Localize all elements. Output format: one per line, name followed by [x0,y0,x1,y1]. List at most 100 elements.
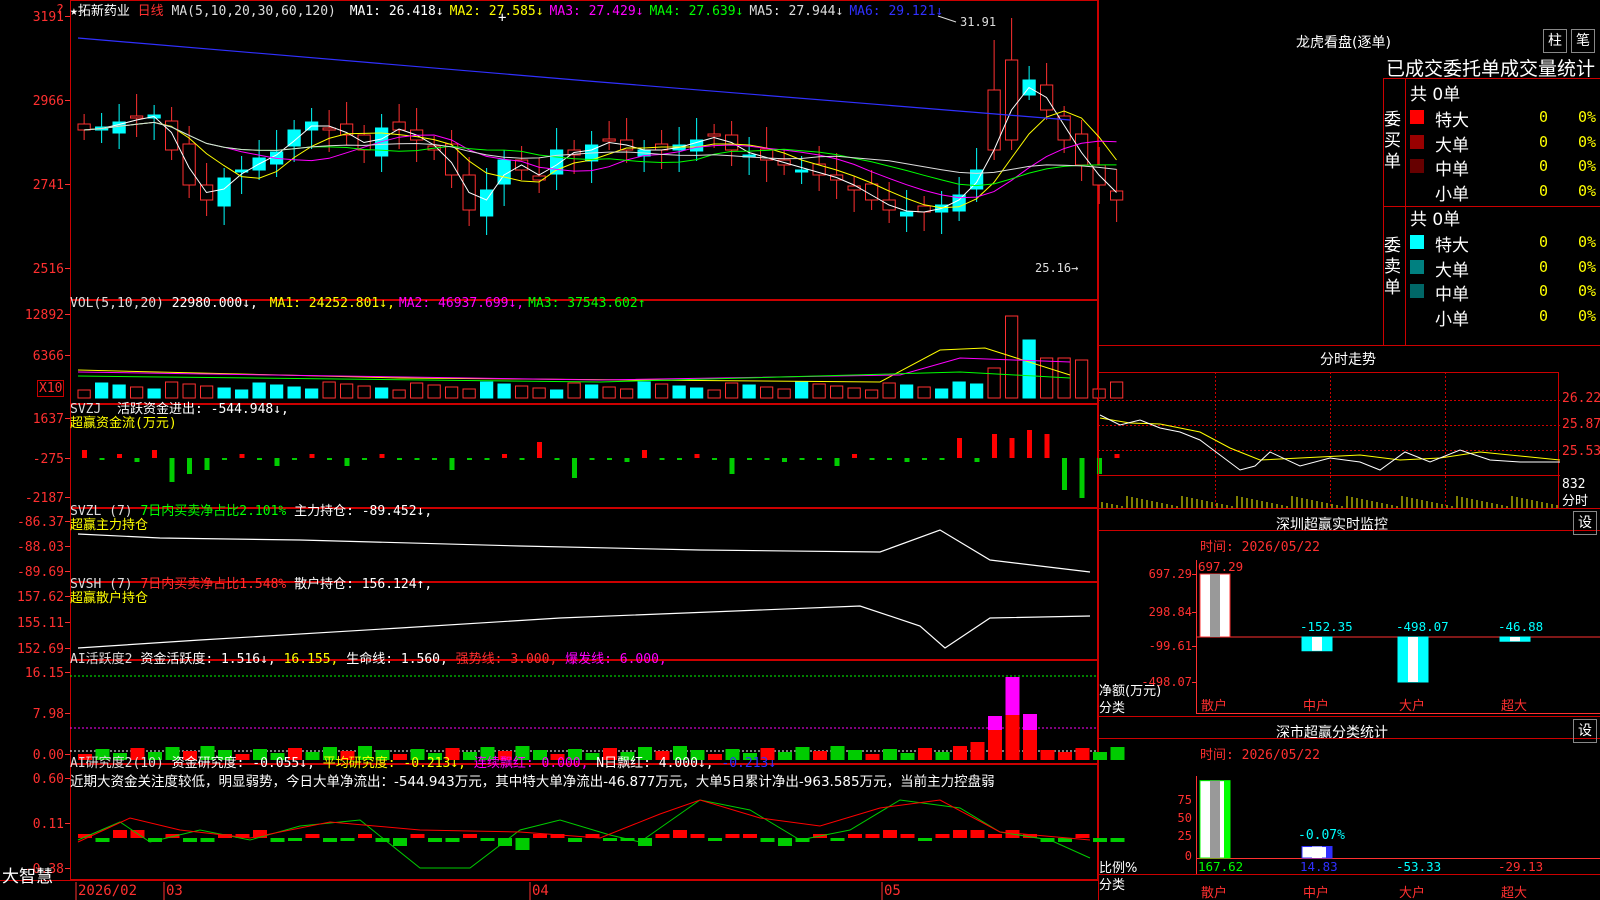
svzj-bar [624,458,630,462]
ai-research-text3: 连续飘红: 0.000, [473,756,589,771]
candle-body [795,169,809,173]
sz-monitor-category: 中户 [1303,698,1329,714]
ma1-value: MA1: 26.418↓ [349,4,444,19]
volume-bar [95,382,109,399]
candle-body [130,115,144,119]
svzj-tick-label: -275 [33,452,64,467]
buy-row-count: 0 [1539,181,1549,200]
volume-bar [305,388,319,399]
candle-body [322,127,336,131]
svzj-bar [309,454,315,458]
ai-research-bar [970,830,985,838]
svzj-bar [187,458,192,474]
ai-research-bar [270,838,285,842]
volume-bar [707,389,721,399]
bar-mode-button[interactable]: 柱 [1543,29,1567,53]
buy-total: 共 0单 [1410,85,1461,105]
ai-active-bar [1005,715,1020,760]
svzj-bar [239,454,245,458]
svsh-tick-label: 157.62 [17,590,64,605]
sz-monitor-tick-label: -99.61 [1149,639,1192,653]
sz-monitor-bar-shade [1210,574,1220,637]
svzj-bar [974,458,980,462]
volume-bar [112,384,126,399]
tick-mode-button[interactable]: 笔 [1571,29,1595,53]
ai-research-bar [603,838,617,841]
ai-active-text4: 强势线: 3.000, [455,652,558,667]
volume-bar [130,386,144,399]
dragon-title: 龙虎看盘(逐单) [1296,35,1391,51]
svzj-bar [607,458,612,460]
volume-bar [165,381,179,399]
svzj-bar [484,458,490,460]
volume-bar [147,388,161,399]
ai-active-bar [813,751,827,760]
svzj-bar [1009,438,1015,458]
buy-row-pct: 0% [1578,181,1597,200]
sell-row-name: 大单 [1435,260,1469,281]
svzj-bar [729,458,735,474]
sz-monitor-xlabel: 分类 [1099,701,1126,716]
ai-active-bar [988,730,1002,760]
buy-row-count: 0 [1539,132,1549,151]
svzj-bar [869,458,875,460]
svzj-bar [904,458,910,462]
ai-research-text4: N日飘红: 4.000↓, [596,756,714,771]
volume-bar [620,388,634,399]
volume-bar [812,383,826,399]
sz-monitor-bar-label: -46.88 [1498,619,1543,634]
volume-bar [567,382,581,399]
ai-research-bar [708,838,722,841]
volume-bar [795,381,809,399]
ai-active-bar [848,750,862,760]
sell-row-pct: 0% [1578,306,1597,325]
svzj-bar [1062,458,1067,490]
ai-research-bar [725,834,740,838]
svzj-bar [834,458,840,466]
svzj-bar [99,458,105,460]
sz-monitor-settings-button[interactable]: 设 [1573,511,1597,535]
svzj-bar [1079,458,1085,498]
date-label: 05 [884,883,901,899]
panel-frame-3 [70,404,1098,508]
sell-swatch-2 [1410,259,1424,274]
sz-class-bar-label: 14.83 [1300,859,1338,874]
buy-row-pct: 0% [1578,132,1597,151]
ai-research-text5: -0.213↓ [721,756,777,771]
ai-active-bar [935,752,950,760]
sz-class-settings-button[interactable]: 设 [1573,719,1597,743]
sz-class-category: 大户 [1399,885,1425,900]
svzj-bar [222,458,227,460]
sz-monitor-category: 大户 [1399,698,1425,714]
svzj-bar [1097,458,1102,474]
sell-row-count: 0 [1539,233,1549,251]
sz-class-category: 超大 [1501,886,1527,900]
svzl-text1: 7日内买卖净占比2.101% [140,504,287,519]
sell-swatch-3 [1410,284,1424,298]
volume-bar [777,388,791,399]
svzj-bar [449,458,455,470]
svzj-bar [712,458,717,460]
ai-active-bar [953,746,967,760]
volume-bar [1005,315,1019,399]
ai-research-bar [673,830,687,838]
volume-bar [392,389,406,399]
candle-body [182,143,196,186]
svzj-bar [537,442,542,458]
sz-monitor-tick-label: 298.84 [1149,605,1192,619]
svzj-bar [1114,454,1120,458]
sz-class-bar-shade [1312,846,1322,858]
svzj-bar [659,458,665,460]
buy-row-pct: 0% [1578,157,1597,175]
sz-class-bar-label: -29.13 [1498,859,1543,874]
intraday-price-tick: 25.87 [1562,417,1600,432]
ai-active-bar [900,753,915,760]
sz-class-time: 时间: 2026/05/22 [1200,748,1320,763]
sz-monitor-bar-label: 697.29 [1198,559,1243,574]
ai-research-bar [183,838,197,842]
brand-logo: 大智慧 [2,867,53,887]
ai-research-bar [778,838,792,846]
sz-class-category: 散户 [1201,885,1227,900]
period-label[interactable]: 日线 [138,4,164,19]
volume-bar [515,385,529,399]
